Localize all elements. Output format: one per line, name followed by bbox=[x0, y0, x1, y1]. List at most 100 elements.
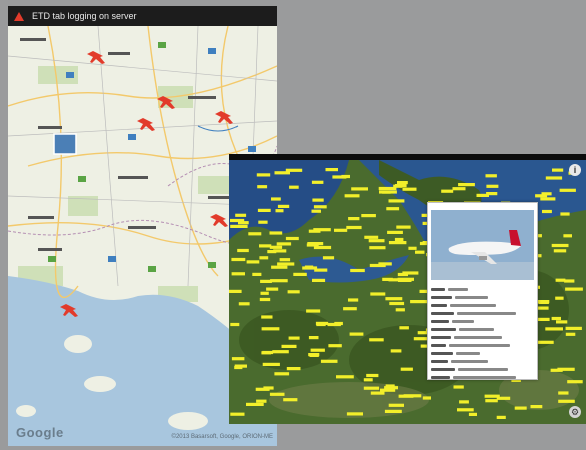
flight-label[interactable] bbox=[485, 399, 498, 403]
flight-label[interactable] bbox=[486, 184, 499, 188]
flight-label[interactable] bbox=[238, 221, 249, 225]
flight-label[interactable] bbox=[415, 250, 425, 254]
flight-label[interactable] bbox=[363, 378, 373, 382]
flight-label[interactable] bbox=[230, 224, 248, 228]
flight-label[interactable] bbox=[363, 386, 380, 390]
flight-label[interactable] bbox=[283, 398, 298, 402]
flight-label[interactable] bbox=[364, 235, 379, 239]
flight-label[interactable] bbox=[229, 289, 242, 293]
flight-label[interactable] bbox=[399, 326, 409, 330]
flight-label[interactable] bbox=[368, 239, 385, 243]
flight-label[interactable] bbox=[556, 320, 568, 324]
info-icon[interactable]: i bbox=[569, 164, 581, 176]
flight-label[interactable] bbox=[370, 292, 386, 296]
flight-label[interactable] bbox=[271, 197, 281, 201]
flight-label[interactable] bbox=[388, 241, 407, 245]
flight-label[interactable] bbox=[458, 183, 475, 187]
flight-label[interactable] bbox=[279, 258, 291, 262]
flight-label[interactable] bbox=[304, 265, 314, 269]
flight-label[interactable] bbox=[538, 300, 549, 304]
flight-label[interactable] bbox=[327, 322, 341, 327]
flight-label[interactable] bbox=[237, 248, 249, 253]
flight-label[interactable] bbox=[545, 327, 563, 331]
flight-label[interactable] bbox=[271, 265, 288, 269]
flight-label[interactable] bbox=[348, 298, 359, 302]
flight-label[interactable] bbox=[306, 309, 321, 313]
flight-label[interactable] bbox=[388, 403, 404, 407]
flight-label[interactable] bbox=[293, 272, 307, 276]
flight-label[interactable] bbox=[257, 208, 271, 212]
flight-label[interactable] bbox=[565, 287, 583, 291]
flight-label[interactable] bbox=[551, 243, 569, 248]
flight-label[interactable] bbox=[269, 231, 283, 235]
flight-label[interactable] bbox=[263, 386, 274, 390]
flight-label[interactable] bbox=[388, 199, 405, 203]
flight-label[interactable] bbox=[540, 197, 556, 201]
flight-label[interactable] bbox=[558, 399, 575, 403]
flight-label[interactable] bbox=[496, 415, 506, 419]
flight-label[interactable] bbox=[388, 278, 401, 282]
flight-label[interactable] bbox=[341, 174, 350, 179]
flight-label[interactable] bbox=[560, 212, 570, 216]
flight-label[interactable] bbox=[393, 184, 403, 188]
flight-label[interactable] bbox=[256, 399, 267, 403]
flight-label[interactable] bbox=[385, 297, 403, 301]
flight-label[interactable] bbox=[230, 412, 245, 416]
flight-label[interactable] bbox=[310, 348, 325, 352]
flight-label[interactable] bbox=[384, 409, 402, 413]
flight-label[interactable] bbox=[261, 327, 280, 331]
flight-label[interactable] bbox=[276, 242, 292, 246]
flight-label[interactable] bbox=[389, 301, 405, 306]
flight-label[interactable] bbox=[410, 300, 428, 304]
flight-label[interactable] bbox=[312, 198, 324, 202]
flight-label[interactable] bbox=[369, 246, 386, 250]
flight-label[interactable] bbox=[541, 192, 552, 196]
flight-label[interactable] bbox=[468, 412, 477, 416]
flight-label[interactable] bbox=[277, 204, 290, 208]
flight-label[interactable] bbox=[366, 373, 379, 378]
flight-label[interactable] bbox=[274, 372, 290, 376]
flight-label[interactable] bbox=[555, 278, 566, 282]
flight-label[interactable] bbox=[336, 375, 354, 379]
flight-label[interactable] bbox=[231, 357, 245, 361]
flight-label[interactable] bbox=[484, 394, 500, 398]
flight-label[interactable] bbox=[316, 322, 326, 327]
flight-label[interactable] bbox=[313, 205, 327, 209]
flight-label[interactable] bbox=[350, 268, 365, 273]
flight-label[interactable] bbox=[422, 396, 431, 400]
flight-label[interactable] bbox=[259, 244, 272, 248]
flight-label[interactable] bbox=[320, 359, 338, 363]
flight-label[interactable] bbox=[322, 256, 335, 260]
flight-label[interactable] bbox=[361, 214, 376, 218]
flight-label[interactable] bbox=[238, 302, 250, 306]
flight-label[interactable] bbox=[379, 190, 397, 194]
flight-label[interactable] bbox=[285, 236, 299, 241]
flight-label[interactable] bbox=[343, 307, 357, 311]
flight-label[interactable] bbox=[537, 340, 554, 344]
flight-label[interactable] bbox=[344, 194, 360, 198]
flight-label[interactable] bbox=[287, 290, 300, 294]
flight-label[interactable] bbox=[565, 326, 582, 330]
flight-label[interactable] bbox=[248, 232, 262, 236]
flight-label[interactable] bbox=[269, 245, 283, 249]
flight-label[interactable] bbox=[555, 296, 564, 300]
flight-label[interactable] bbox=[530, 405, 543, 409]
flight-label[interactable] bbox=[259, 297, 271, 302]
flight-label[interactable] bbox=[558, 391, 569, 395]
flight-label[interactable] bbox=[370, 391, 385, 395]
flight-label[interactable] bbox=[351, 187, 368, 191]
flight-label[interactable] bbox=[486, 192, 498, 196]
flight-label[interactable] bbox=[565, 332, 576, 336]
flight-label[interactable] bbox=[369, 338, 384, 342]
flight-label[interactable] bbox=[346, 225, 362, 230]
flight-label[interactable] bbox=[459, 400, 469, 404]
flight-label[interactable] bbox=[402, 187, 417, 191]
flight-label[interactable] bbox=[313, 245, 332, 250]
flight-label[interactable] bbox=[312, 278, 326, 282]
flight-label[interactable] bbox=[551, 316, 561, 321]
flight-label[interactable] bbox=[262, 350, 274, 355]
flight-label[interactable] bbox=[453, 385, 464, 389]
flight-label[interactable] bbox=[553, 249, 567, 253]
flight-label[interactable] bbox=[281, 344, 297, 348]
flight-label[interactable] bbox=[386, 207, 400, 211]
